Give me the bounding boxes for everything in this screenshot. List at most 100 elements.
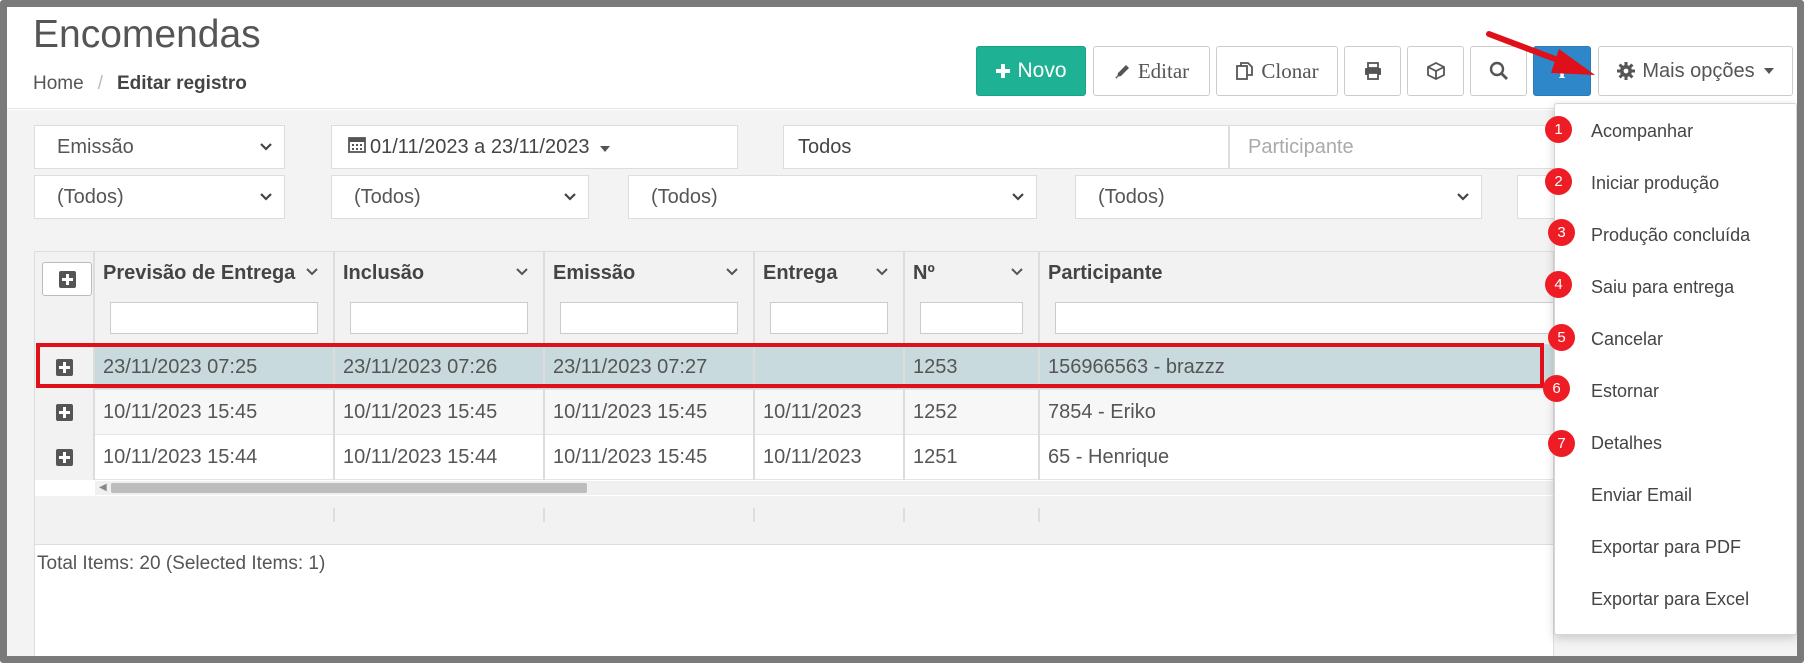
step-badge: 2 bbox=[1545, 168, 1572, 195]
filter-select-1-value: (Todos) bbox=[57, 185, 124, 208]
chevron-down-icon[interactable] bbox=[515, 265, 529, 283]
menu-item-iniciar-producao[interactable]: Iniciar produção bbox=[1591, 173, 1719, 194]
column-header-previsao[interactable]: Previsão de Entrega bbox=[95, 252, 335, 345]
editar-button[interactable]: Editar bbox=[1093, 46, 1210, 96]
date-range-picker[interactable]: 01/11/2023 a 23/11/2023 bbox=[331, 125, 738, 169]
package-button[interactable] bbox=[1407, 46, 1464, 96]
table-cell: 10/11/2023 bbox=[755, 390, 905, 435]
table-cell: 23/11/2023 07:25 bbox=[95, 345, 335, 390]
filter-select-3-value: (Todos) bbox=[651, 185, 718, 208]
menu-item-exportar-pdf[interactable]: Exportar para PDF bbox=[1591, 537, 1741, 558]
plus-square-icon bbox=[55, 449, 73, 466]
table-cell: 10/11/2023 15:45 bbox=[95, 390, 335, 435]
filter-select-4[interactable]: (Todos) bbox=[1075, 175, 1482, 219]
filter-input-entrega[interactable] bbox=[770, 302, 888, 334]
scroll-left-icon[interactable]: ◀ bbox=[99, 482, 107, 493]
mais-opcoes-button[interactable]: Mais opções bbox=[1598, 46, 1793, 96]
filter-select-3[interactable]: (Todos) bbox=[628, 175, 1037, 219]
table-cell: 23/11/2023 07:27 bbox=[545, 345, 755, 390]
expand-all-button[interactable] bbox=[42, 262, 92, 296]
column-header-numero[interactable]: Nº bbox=[905, 252, 1040, 345]
status-field[interactable]: Todos bbox=[783, 125, 1229, 169]
menu-item-saiu-para-entrega[interactable]: Saiu para entrega bbox=[1591, 277, 1734, 298]
chevron-down-icon[interactable] bbox=[1010, 265, 1024, 283]
grid-header-expander bbox=[35, 252, 95, 345]
row-expand-button[interactable] bbox=[35, 345, 95, 390]
page-title: Encomendas bbox=[33, 13, 261, 56]
chevron-down-icon[interactable] bbox=[875, 265, 889, 283]
plus-icon bbox=[995, 63, 1011, 79]
chevron-down-icon[interactable] bbox=[725, 265, 739, 283]
participante-placeholder: Participante bbox=[1248, 135, 1354, 158]
menu-item-producao-concluida[interactable]: Produção concluída bbox=[1591, 225, 1750, 246]
filter-input-inclusao[interactable] bbox=[350, 302, 528, 334]
breadcrumb-home[interactable]: Home bbox=[33, 73, 84, 94]
table-cell: 10/11/2023 15:44 bbox=[95, 435, 335, 480]
breadcrumb-separator: / bbox=[97, 73, 103, 94]
table-cell: 10/11/2023 bbox=[755, 435, 905, 480]
menu-item-acompanhar[interactable]: Acompanhar bbox=[1591, 121, 1693, 142]
chevron-down-icon bbox=[562, 188, 578, 211]
grid-empty-area bbox=[35, 496, 1553, 545]
participante-input[interactable]: Participante bbox=[1229, 125, 1559, 169]
novo-button[interactable]: Novo bbox=[976, 46, 1086, 96]
copy-icon bbox=[1235, 61, 1255, 81]
column-header-entrega[interactable]: Entrega bbox=[755, 252, 905, 345]
column-header-label: Nº bbox=[913, 262, 935, 284]
chevron-down-icon bbox=[1455, 188, 1471, 211]
caret-down-icon bbox=[1763, 67, 1775, 75]
box-icon bbox=[1426, 61, 1446, 81]
chevron-down-icon[interactable] bbox=[305, 265, 319, 283]
filter-select-2[interactable]: (Todos) bbox=[331, 175, 589, 219]
filter-select-1[interactable]: (Todos) bbox=[34, 175, 285, 219]
table-cell: 1253 bbox=[905, 345, 1040, 390]
printer-icon bbox=[1363, 61, 1383, 81]
row-expand-button[interactable] bbox=[35, 435, 95, 480]
mais-opcoes-label: Mais opções bbox=[1642, 59, 1755, 82]
gear-icon bbox=[1616, 61, 1636, 81]
app-window: Encomendas Home / Editar registro Novo Edi… bbox=[0, 0, 1804, 663]
filter-input-previsao[interactable] bbox=[110, 302, 318, 334]
column-header-inclusao[interactable]: Inclusão bbox=[335, 252, 545, 345]
filter-input-participante[interactable] bbox=[1055, 302, 1553, 334]
menu-item-detalhes[interactable]: Detalhes bbox=[1591, 433, 1662, 454]
table-row[interactable]: 10/11/2023 15:45 10/11/2023 15:45 10/11/… bbox=[35, 390, 1553, 435]
date-type-select[interactable]: Emissão bbox=[34, 125, 285, 169]
column-header-label: Entrega bbox=[763, 262, 838, 284]
content-area: Emissão 01/11/2023 a 23/11/2023 Todos Pa… bbox=[7, 110, 1797, 656]
plus-square-icon bbox=[55, 359, 73, 376]
table-cell: 156966563 - brazzz bbox=[1048, 356, 1225, 378]
column-header-emissao[interactable]: Emissão bbox=[545, 252, 755, 345]
menu-item-cancelar[interactable]: Cancelar bbox=[1591, 329, 1663, 350]
status-value: Todos bbox=[798, 135, 852, 158]
filter-input-emissao[interactable] bbox=[560, 302, 738, 334]
table-row[interactable]: 23/11/2023 07:25 23/11/2023 07:26 23/11/… bbox=[35, 345, 1553, 390]
clonar-label: Clonar bbox=[1261, 58, 1319, 83]
plus-square-icon bbox=[55, 404, 73, 421]
menu-item-exportar-excel[interactable]: Exportar para Excel bbox=[1591, 589, 1749, 610]
table-cell: 23/11/2023 07:26 bbox=[335, 345, 545, 390]
calendar-icon bbox=[348, 135, 366, 159]
step-badge: 1 bbox=[1545, 116, 1572, 143]
breadcrumb: Home / Editar registro bbox=[33, 73, 247, 95]
novo-label: Novo bbox=[1017, 59, 1067, 82]
step-badge: 3 bbox=[1548, 219, 1575, 246]
breadcrumb-current: Editar registro bbox=[116, 73, 247, 94]
scrollbar-thumb[interactable] bbox=[111, 483, 587, 493]
row-expand-button[interactable] bbox=[35, 390, 95, 435]
table-cell: 10/11/2023 15:44 bbox=[335, 435, 545, 480]
menu-item-estornar[interactable]: Estornar bbox=[1591, 381, 1659, 402]
clonar-button[interactable]: Clonar bbox=[1216, 46, 1338, 96]
table-row[interactable]: 10/11/2023 15:44 10/11/2023 15:44 10/11/… bbox=[35, 435, 1553, 480]
menu-item-enviar-email[interactable]: Enviar Email bbox=[1591, 485, 1692, 506]
horizontal-scrollbar[interactable]: ◀ bbox=[95, 481, 1553, 495]
table-cell: 1251 bbox=[905, 435, 1040, 480]
grid-footer: Total Items: 20 (Selected Items: 1) bbox=[37, 553, 326, 574]
column-header-participante[interactable]: Participante bbox=[1040, 252, 1553, 345]
filter-input-numero[interactable] bbox=[920, 302, 1023, 334]
table-cell bbox=[755, 345, 905, 390]
plus-square-icon bbox=[58, 270, 76, 288]
print-button[interactable] bbox=[1344, 46, 1401, 96]
editar-label: Editar bbox=[1137, 58, 1190, 83]
step-badge: 7 bbox=[1548, 430, 1575, 457]
